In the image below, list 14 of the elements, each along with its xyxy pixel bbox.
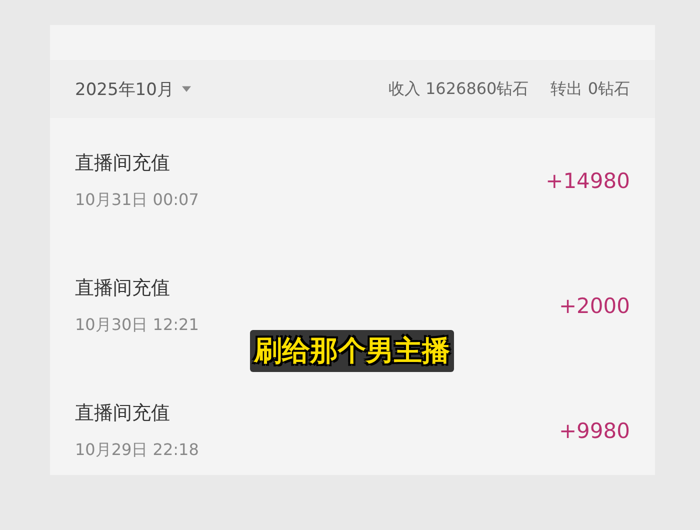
outgoing-total: 转出 0钻石 [550,78,630,100]
caret-icon [182,86,191,92]
record-title: 直播间充值 [75,151,171,176]
video-subtitle: 刷给那个男主播 [250,330,454,372]
record-amount: +14980 [546,168,630,192]
record-time: 10月29日 22:18 [75,440,199,461]
record-time: 10月30日 12:21 [75,315,199,336]
record-title: 直播间充值 [75,276,171,301]
record-amount: +9980 [558,418,630,442]
record-title: 直播间充值 [75,401,171,426]
record-amount: +2000 [558,294,630,318]
month-selector[interactable]: 2025年10月 [75,78,191,100]
income-total: 收入 1626860钻石 [388,78,529,100]
record-time: 10月31日 00:07 [75,190,199,211]
